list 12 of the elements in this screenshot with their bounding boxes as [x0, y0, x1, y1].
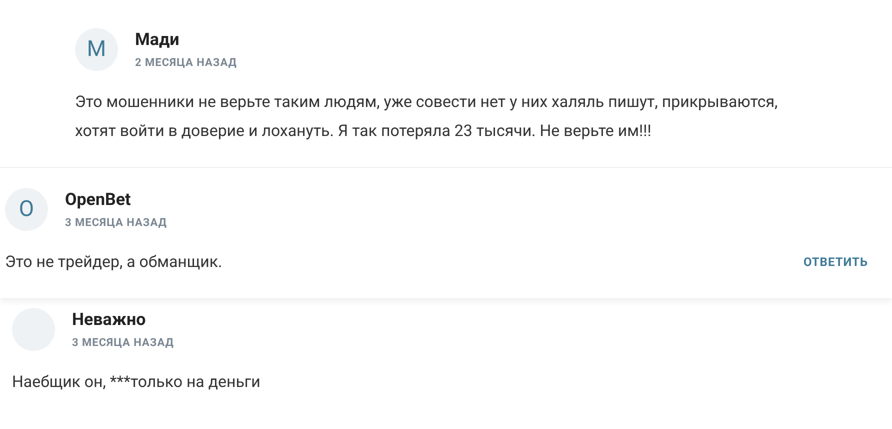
comment-text: Наебщик он, ***только на деньги	[12, 371, 260, 393]
author-name: Неважно	[72, 310, 147, 330]
avatar: О	[5, 188, 48, 231]
comment-date: 2 МЕСЯЦА НАЗАД	[135, 56, 237, 70]
avatar: М	[75, 28, 118, 71]
comment-text: Это мошенники не верьте таким людям, уже совести нет у них халяль пишут, прикрываются, хотят войти в доверие и лохануть. Я так потеряла 23 тысячи. Не верьте им!!!	[75, 91, 779, 142]
comment-text: Это не трейдер, а обманщик.	[5, 251, 222, 273]
comment-date: 3 МЕСЯЦА НАЗАД	[65, 216, 167, 230]
author-name: Мади	[135, 30, 180, 50]
comment-date: 3 МЕСЯЦА НАЗАД	[72, 336, 174, 350]
author-name: OpenBet	[65, 190, 132, 210]
reply-button[interactable]: ОТВЕТИТЬ	[803, 253, 868, 271]
